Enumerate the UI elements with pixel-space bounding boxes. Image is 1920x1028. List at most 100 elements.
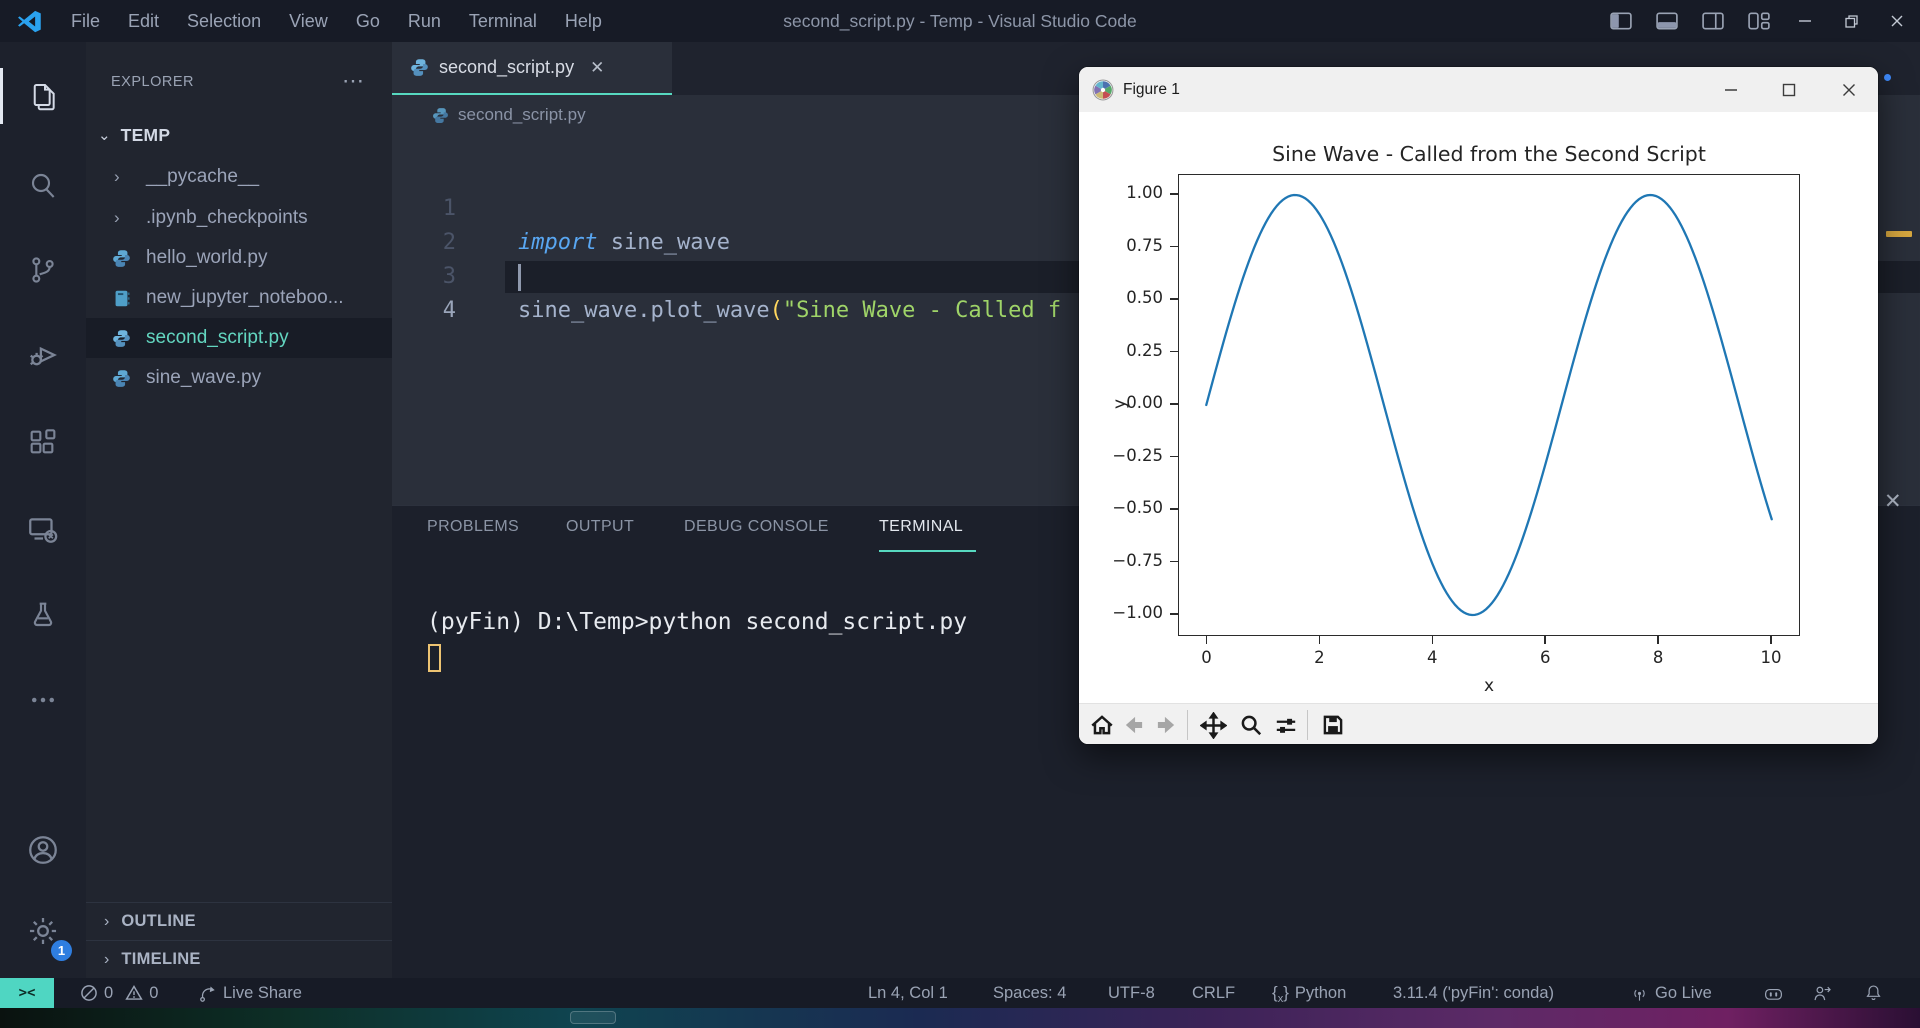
y-tick-label: −0.50 [1097,498,1163,517]
customize-layout-icon[interactable] [1736,0,1782,42]
source-control-icon[interactable] [0,238,86,302]
window-title: second_script.py - Temp - Visual Studio … [783,0,1136,42]
folder-temp[interactable]: ⌄ TEMP [86,115,392,155]
breadcrumb-file: second_script.py [458,105,586,125]
notifications-status[interactable] [1863,978,1884,1008]
extensions-icon[interactable] [0,411,86,475]
taskbar-strip [0,1008,1920,1028]
language-label: Python [1295,984,1346,1003]
eol-status[interactable]: CRLF [1192,978,1235,1008]
menu-run[interactable]: Run [394,0,455,42]
item-label: .ipynb_checkpoints [146,207,308,229]
terminal-prompt-line[interactable]: (pyFin) D:\Temp>python second_script.py [427,609,967,635]
menu-help[interactable]: Help [551,0,616,42]
indentation-status[interactable]: Spaces: 4 [993,978,1066,1008]
tree-item-ipynb-checkpoints[interactable]: › .ipynb_checkpoints [86,198,392,238]
pan-icon[interactable] [1199,711,1227,739]
figure-title-bar[interactable]: Figure 1 [1079,67,1878,112]
x-tick [1544,636,1546,644]
tab-second-script[interactable]: second_script.py ✕ [392,42,672,95]
section-label: TIMELINE [121,950,200,969]
menu-view[interactable]: View [275,0,342,42]
item-label: hello_world.py [146,247,267,269]
eol: CRLF [1192,984,1235,1003]
go-live-label: Go Live [1655,984,1712,1003]
figure-canvas: Sine Wave - Called from the Second Scrip… [1079,112,1878,703]
copilot-status[interactable] [1763,978,1784,1008]
remote-indicator[interactable]: >< [0,978,54,1008]
tab-problems[interactable]: PROBLEMS [427,518,519,536]
menu-edit[interactable]: Edit [114,0,173,42]
menu-file[interactable]: File [57,0,114,42]
close-panel-icon[interactable]: ✕ [1884,489,1902,514]
tab-label: second_script.py [439,57,574,78]
figure-close-icon[interactable] [1823,67,1875,112]
figure-maximize-icon[interactable] [1763,67,1815,112]
python-file-icon [112,329,131,348]
configure-subplots-icon[interactable] [1272,711,1300,739]
explorer-icon[interactable] [0,65,86,129]
toggle-panel-icon[interactable] [1644,0,1690,42]
figure-window[interactable]: Figure 1 Sine Wave - Called from the Sec… [1079,67,1878,744]
settings-gear-icon[interactable]: 1 [0,899,86,963]
y-tick [1170,561,1178,563]
language-status[interactable]: {x} Python [1272,978,1346,1008]
cursor-position-status[interactable]: Ln 4, Col 1 [868,978,948,1008]
close-tab-icon[interactable]: ✕ [590,58,604,78]
y-tick-label: 1.00 [1097,183,1163,202]
y-tick [1170,298,1178,300]
feedback-status[interactable] [1812,978,1833,1008]
x-tick-label: 2 [1297,648,1341,667]
search-icon[interactable] [0,153,86,217]
sine-wave-plot [1178,174,1800,636]
back-icon[interactable] [1120,711,1148,739]
tree-item-second-script[interactable]: second_script.py [86,318,392,358]
y-tick-label: 0.75 [1097,236,1163,255]
encoding-status[interactable]: UTF-8 [1108,978,1155,1008]
menu-bar: File Edit Selection View Go Run Terminal… [57,0,616,42]
tab-terminal[interactable]: TERMINAL [879,518,963,536]
minimize-window-icon[interactable] [1782,0,1828,42]
home-icon[interactable] [1088,711,1116,739]
forward-icon[interactable] [1152,711,1180,739]
error-icon [80,984,98,1002]
run-debug-icon[interactable] [0,323,86,387]
go-live-status[interactable]: Go Live [1630,978,1712,1008]
explorer-more-actions-icon[interactable]: ⋯ [342,68,364,94]
python-file-icon [112,369,131,388]
tree-item-new-jupyter-notebook[interactable]: new_jupyter_noteboo... [86,278,392,318]
item-label: new_jupyter_noteboo... [146,287,344,309]
tree-item-pycache[interactable]: › __pycache__ [86,157,392,197]
timeline-section[interactable]: › TIMELINE [86,940,392,978]
outline-section[interactable]: › OUTLINE [86,902,392,940]
language-status-icon: {x} [1272,983,1289,1003]
restore-window-icon[interactable] [1828,0,1874,42]
toggle-secondary-sidebar-icon[interactable] [1690,0,1736,42]
accounts-icon[interactable] [0,818,86,882]
live-share-status[interactable]: Live Share [198,978,302,1008]
chevron-right-icon: › [104,951,109,969]
close-window-icon[interactable] [1874,0,1920,42]
tree-item-hello-world[interactable]: hello_world.py [86,238,392,278]
x-tick-label: 6 [1523,648,1567,667]
testing-icon[interactable] [0,583,86,647]
figure-minimize-icon[interactable] [1705,67,1757,112]
problems-status[interactable]: 0 0 [80,978,158,1008]
save-icon[interactable] [1319,711,1347,739]
menu-selection[interactable]: Selection [173,0,275,42]
tree-item-sine-wave[interactable]: sine_wave.py [86,358,392,398]
warning-count: 0 [149,984,158,1003]
remote-explorer-icon[interactable] [0,498,86,562]
live-share-label: Live Share [223,984,302,1003]
activity-bar: 1 [0,42,86,978]
menu-go[interactable]: Go [342,0,394,42]
x-tick [1432,636,1434,644]
toggle-primary-sidebar-icon[interactable] [1598,0,1644,42]
more-views-icon[interactable] [0,668,86,732]
menu-terminal[interactable]: Terminal [455,0,551,42]
tab-output[interactable]: OUTPUT [566,518,634,536]
interpreter-status[interactable]: 3.11.4 ('pyFin': conda) [1393,978,1554,1008]
tab-debug-console[interactable]: DEBUG CONSOLE [684,518,829,536]
error-count: 0 [104,984,113,1003]
zoom-icon[interactable] [1237,711,1265,739]
